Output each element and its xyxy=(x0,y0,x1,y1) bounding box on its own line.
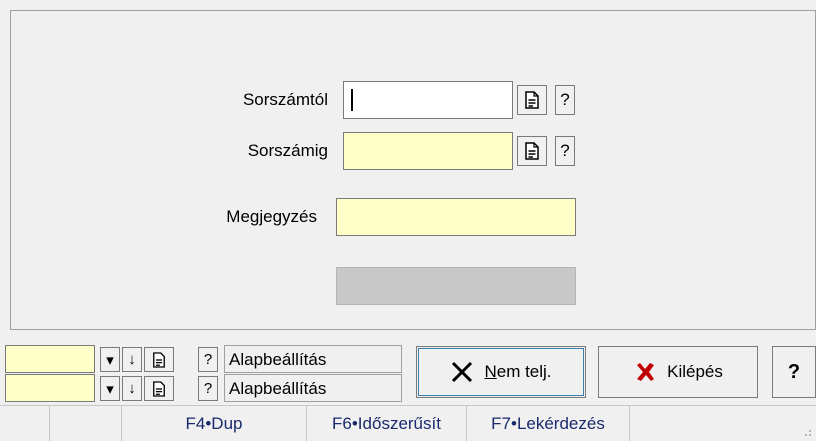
down-arrow-button-2[interactable]: ↓ xyxy=(122,376,142,401)
sorszamtol-input[interactable] xyxy=(343,81,513,119)
sorszamtol-help-button[interactable]: ? xyxy=(555,85,575,115)
down-arrow-button-1[interactable]: ↓ xyxy=(122,347,142,372)
settings-list-button-2[interactable] xyxy=(144,376,174,401)
settings-row-1: ▾ ↓ ? Alapbeállítás xyxy=(0,345,402,374)
status-segment-empty-1 xyxy=(0,406,50,441)
settings-help-button-1[interactable]: ? xyxy=(198,347,218,372)
f4-dup-shortcut[interactable]: F4•Dup xyxy=(122,406,307,441)
f7-lekerdezes-shortcut[interactable]: F7•Lekérdezés xyxy=(467,406,630,441)
nem-telj-label: Nem telj. xyxy=(484,362,552,381)
exit-x-icon xyxy=(637,363,655,381)
form-panel: Sorszámtól ? Sorszámig ? Megjegyzés xyxy=(10,10,816,330)
kilepes-label: Kilépés xyxy=(667,362,723,381)
megjegyzes-label: Megjegyzés xyxy=(226,207,317,226)
settings-row-2: ▾ ↓ ? Alapbeállítás xyxy=(0,374,402,403)
sorszamig-help-button[interactable]: ? xyxy=(555,136,575,166)
sorszamtol-list-button[interactable] xyxy=(517,85,547,115)
settings-help-button-2[interactable]: ? xyxy=(198,376,218,401)
sorszamig-list-button[interactable] xyxy=(517,136,547,166)
sorszamtol-label: Sorszámtól xyxy=(242,90,328,109)
sorszamig-input[interactable] xyxy=(343,132,513,170)
document-icon xyxy=(153,380,165,397)
text-caret xyxy=(351,89,353,111)
progress-bar xyxy=(336,267,576,305)
resize-grip-icon[interactable] xyxy=(800,425,812,437)
document-icon xyxy=(525,91,539,109)
settings-label-1: Alapbeállítás xyxy=(224,345,402,373)
dropdown-button-1[interactable]: ▾ xyxy=(100,347,120,372)
settings-field-1[interactable] xyxy=(5,345,95,373)
help-button[interactable]: ? xyxy=(772,346,816,398)
settings-list-button-1[interactable] xyxy=(144,347,174,372)
f6-idoszerusit-shortcut[interactable]: F6•Időszerűsít xyxy=(307,406,467,441)
close-x-icon xyxy=(452,361,473,383)
settings-field-2[interactable] xyxy=(5,374,95,402)
document-icon xyxy=(525,142,539,160)
document-icon xyxy=(153,351,165,368)
kilepes-button[interactable]: Kilépés xyxy=(598,346,758,398)
nem-telj-button[interactable]: Nem telj. xyxy=(416,346,586,398)
dropdown-button-2[interactable]: ▾ xyxy=(100,376,120,401)
settings-label-2: Alapbeállítás xyxy=(224,374,402,402)
megjegyzes-input[interactable] xyxy=(336,198,576,236)
sorszamig-label: Sorszámig xyxy=(247,141,328,160)
status-bar: F4•Dup F6•Időszerűsít F7•Lekérdezés xyxy=(0,405,816,441)
status-segment-empty-2 xyxy=(50,406,122,441)
